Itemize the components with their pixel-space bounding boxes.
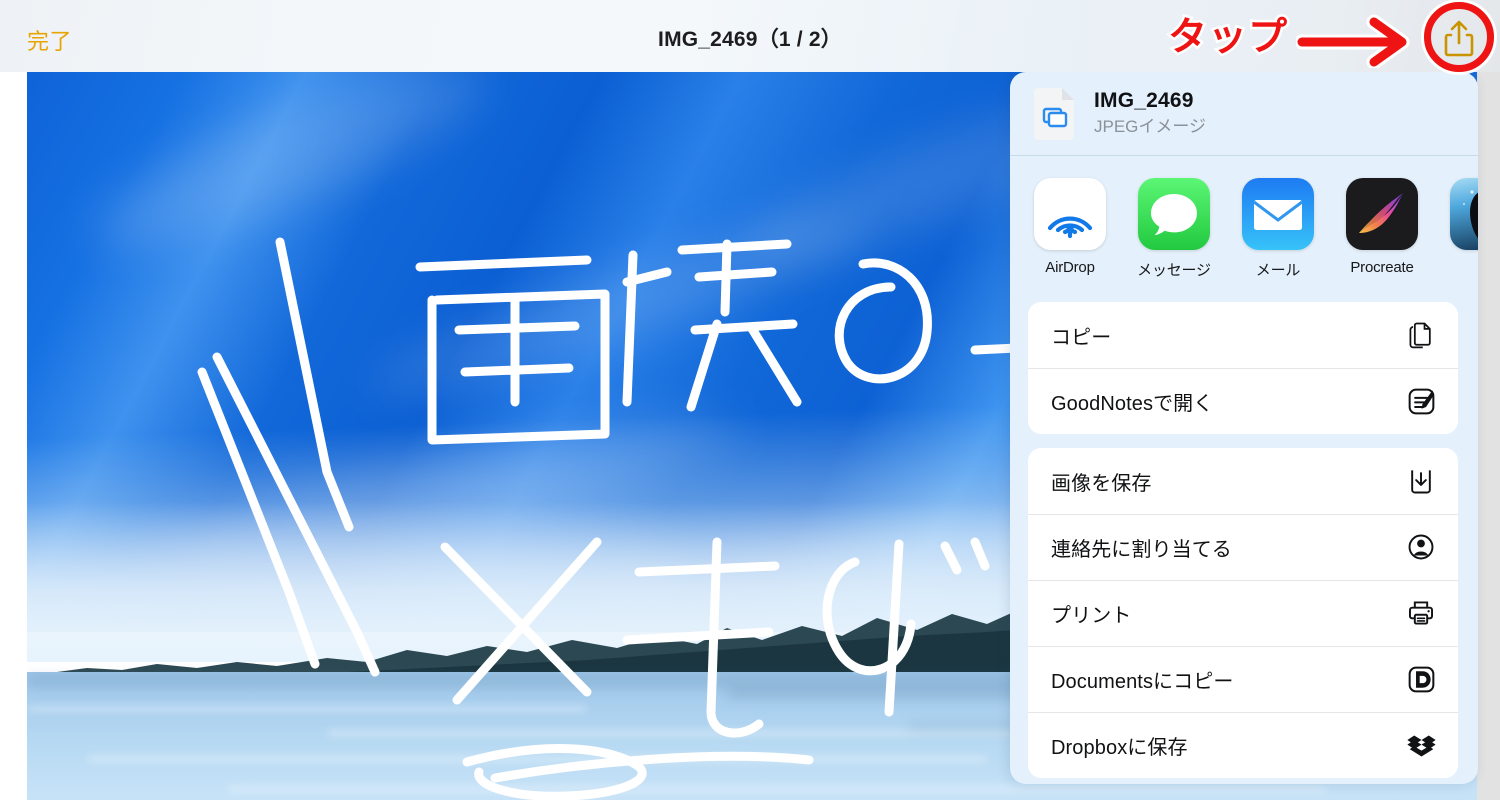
partial-app-icon xyxy=(1450,178,1478,250)
share-target-airdrop[interactable]: AirDrop xyxy=(1032,178,1108,276)
file-name: IMG_2469 xyxy=(1094,88,1194,112)
menu-item-save-to-dropbox[interactable]: Dropboxに保存 xyxy=(1028,712,1458,778)
menu-item-label: 連絡先に割り当てる xyxy=(1051,538,1232,561)
share-sheet-file-header: IMG_2469 JPEGイメージ xyxy=(1010,72,1478,156)
copy-icon xyxy=(1404,318,1438,352)
menu-item-label: GoodNotesで開く xyxy=(1051,392,1214,415)
menu-item-assign-to-contact[interactable]: 連絡先に割り当てる xyxy=(1028,514,1458,580)
airdrop-icon xyxy=(1034,178,1106,250)
documents-app-icon xyxy=(1404,662,1438,696)
share-action-group-2: 画像を保存 連絡先に割り当てる プリント Documentsにコピー Dropb… xyxy=(1028,448,1458,778)
contact-person-icon xyxy=(1404,530,1438,564)
share-target-procreate[interactable]: Procreate xyxy=(1344,178,1420,276)
right-arrow-icon xyxy=(1296,14,1410,68)
share-targets-row[interactable]: AirDrop メッセージ メール Procreate xyxy=(1010,156,1478,296)
menu-item-save-image[interactable]: 画像を保存 xyxy=(1028,448,1458,514)
red-circle-highlight xyxy=(1424,2,1494,72)
menu-item-label: 画像を保存 xyxy=(1051,472,1152,495)
page-edge-strip xyxy=(1477,0,1500,800)
share-target-label: Procreate xyxy=(1350,259,1414,276)
menu-item-label: コピー xyxy=(1051,326,1112,349)
menu-item-copy[interactable]: コピー xyxy=(1028,302,1458,368)
share-target-label: メール xyxy=(1255,262,1301,279)
share-target-messages[interactable]: メッセージ xyxy=(1136,178,1212,280)
goodnotes-icon xyxy=(1404,384,1438,418)
tap-annotation-text: タップ xyxy=(1165,13,1289,63)
jpeg-document-icon xyxy=(1032,87,1076,140)
mail-icon xyxy=(1242,178,1314,250)
share-target-partial[interactable]: h xyxy=(1448,178,1478,276)
menu-item-label: プリント xyxy=(1051,604,1132,627)
menu-item-open-in-goodnotes[interactable]: GoodNotesで開く xyxy=(1028,368,1458,434)
printer-icon xyxy=(1404,596,1438,630)
menu-item-label: Documentsにコピー xyxy=(1051,670,1234,693)
share-target-mail[interactable]: メール xyxy=(1240,178,1316,280)
share-target-label: メッセージ xyxy=(1137,262,1211,279)
save-image-icon xyxy=(1404,464,1438,498)
menu-item-label: Dropboxに保存 xyxy=(1051,736,1188,759)
share-sheet[interactable]: IMG_2469 JPEGイメージ AirDrop メッセージ メール Proc… xyxy=(1010,72,1478,784)
share-action-group-1: コピー GoodNotesで開く xyxy=(1028,302,1458,434)
messages-icon xyxy=(1138,178,1210,250)
menu-item-print[interactable]: プリント xyxy=(1028,580,1458,646)
photo-viewer-screen: IMG_2469 JPEGイメージ AirDrop メッセージ メール Proc… xyxy=(0,0,1500,800)
file-kind: JPEGイメージ xyxy=(1094,117,1207,137)
menu-item-copy-to-documents[interactable]: Documentsにコピー xyxy=(1028,646,1458,712)
share-target-label: h xyxy=(1448,259,1478,276)
procreate-icon xyxy=(1346,178,1418,250)
dropbox-icon xyxy=(1404,728,1438,762)
share-target-label: AirDrop xyxy=(1045,259,1095,276)
